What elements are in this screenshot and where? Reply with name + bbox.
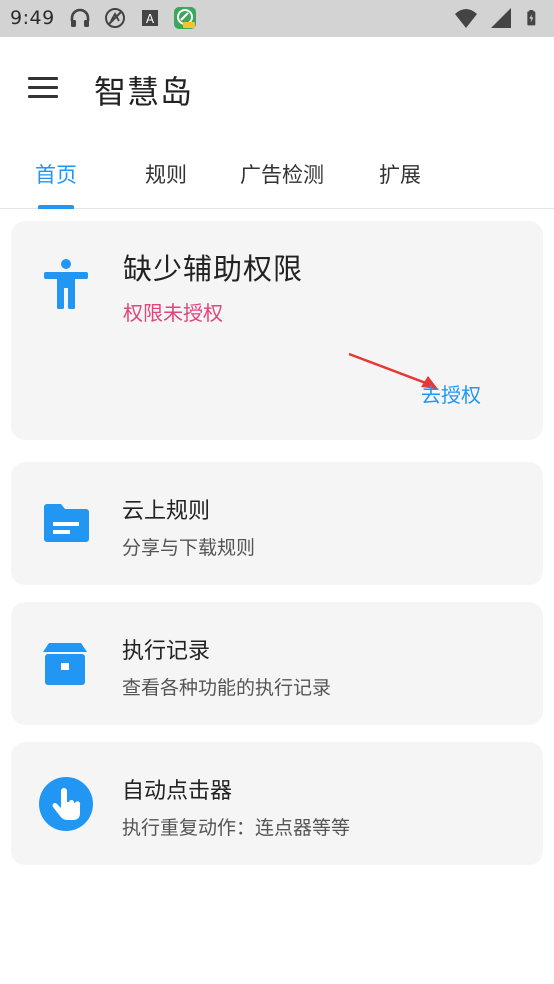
status-time: 9:49: [10, 7, 55, 29]
card-title: 自动点击器: [122, 779, 233, 804]
folder-icon: [44, 504, 89, 542]
app-title: 智慧岛: [94, 73, 194, 111]
accessibility-icon: [44, 259, 88, 309]
signal-icon: [491, 8, 511, 28]
headset-icon: [70, 8, 90, 27]
card-subtitle: 分享与下载规则: [122, 537, 256, 559]
no-sync-icon: [105, 8, 125, 28]
tab-indicator: [38, 205, 74, 209]
card-title: 执行记录: [122, 639, 211, 664]
svg-text:A: A: [146, 12, 155, 26]
authorize-link[interactable]: 去授权: [421, 379, 481, 408]
card-subtitle: 查看各种功能的执行记录: [122, 677, 332, 699]
permission-title: 缺少辅助权限: [123, 252, 304, 286]
cloud-rules-card[interactable]: 云上规则 分享与下载规则: [11, 462, 543, 585]
card-title: 云上规则: [122, 499, 211, 524]
permission-card: 缺少辅助权限 权限未授权 去授权: [11, 221, 543, 440]
menu-icon[interactable]: [24, 73, 64, 103]
archive-icon: [43, 643, 87, 685]
app-bar: 智慧岛: [0, 37, 554, 137]
battery-charging-icon: [527, 10, 536, 26]
tab-rules[interactable]: 规则: [145, 159, 187, 189]
auto-clicker-card[interactable]: 自动点击器 执行重复动作：连点器等等: [11, 742, 543, 865]
wifi-icon: [455, 9, 477, 28]
status-bar: 9:49 A: [0, 0, 554, 37]
tab-extensions[interactable]: 扩展: [379, 159, 421, 189]
execution-log-card[interactable]: 执行记录 查看各种功能的执行记录: [11, 602, 543, 725]
card-subtitle: 执行重复动作：连点器等等: [122, 817, 351, 839]
app-notification-icon: [174, 7, 196, 29]
tab-bar: 首页 规则 广告检测 扩展: [0, 137, 554, 209]
touch-icon: [39, 777, 93, 831]
tab-ad-detection[interactable]: 广告检测: [240, 159, 324, 189]
tab-home[interactable]: 首页: [35, 159, 77, 189]
permission-status: 权限未授权: [123, 301, 223, 325]
a-notification-icon: A: [142, 10, 158, 26]
